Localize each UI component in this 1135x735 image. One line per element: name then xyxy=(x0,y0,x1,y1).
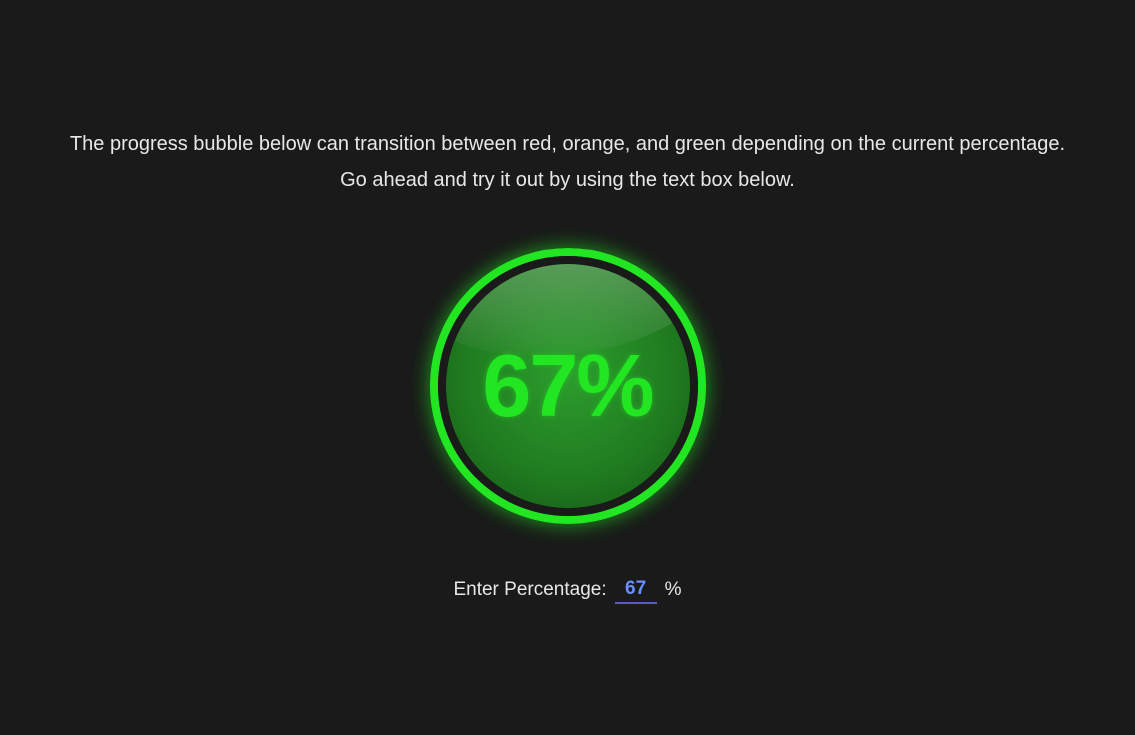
description-line-1: The progress bubble below can transition… xyxy=(70,126,1065,162)
progress-percent-text: 67% xyxy=(482,335,652,437)
percent-suffix: % xyxy=(665,579,682,601)
progress-bubble: 67% xyxy=(408,226,728,546)
description-text: The progress bubble below can transition… xyxy=(70,126,1065,198)
input-label: Enter Percentage: xyxy=(453,579,606,601)
description-line-2: Go ahead and try it out by using the tex… xyxy=(70,162,1065,198)
input-section: Enter Percentage: % xyxy=(453,576,681,604)
percentage-input[interactable] xyxy=(615,576,657,604)
